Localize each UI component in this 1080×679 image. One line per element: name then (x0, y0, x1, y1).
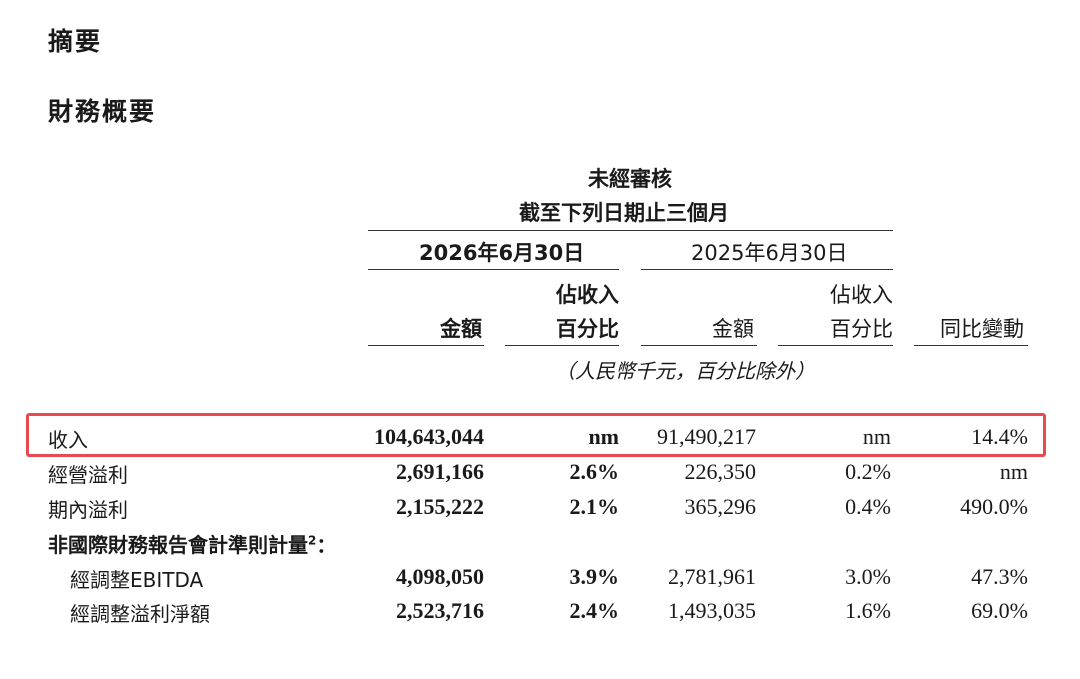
header-unaudited: 未經審核 (588, 167, 672, 191)
row-label-revenue: 收入 (48, 428, 88, 452)
row-label-adjusted-ebitda: 經調整EBITDA (70, 568, 204, 592)
rule-amount-prior (641, 345, 757, 346)
page-title: 摘要 (48, 27, 103, 56)
cell-pct-prior: nm (862, 424, 891, 449)
header-date-prior: 2025年6月30日 (691, 241, 848, 265)
cell-amount-prior: 91,490,217 (657, 424, 756, 449)
cell-pct-current: 2.4% (569, 598, 620, 623)
non-ifrs-heading: 非國際財務報告會計準則計量2： (48, 529, 336, 558)
header-pct-current-line2: 百分比 (556, 317, 619, 341)
cell-pct-current: 3.9% (569, 564, 620, 589)
header-period: 截至下列日期止三個月 (519, 201, 729, 225)
cell-pct-prior: 0.2% (845, 459, 891, 484)
header-date-current: 2026年6月30日 (419, 241, 585, 265)
header-pct-prior-line2: 百分比 (830, 317, 893, 341)
rule-pct-current (505, 345, 619, 346)
row-label-adjusted-net-profit: 經調整溢利淨額 (70, 602, 210, 626)
highlight-box (26, 413, 1046, 457)
cell-amount-prior: 226,350 (684, 459, 757, 484)
rule-amount-current (368, 345, 484, 346)
unit-note: （人民幣千元，百分比除外） (555, 359, 815, 383)
cell-amount-prior: 1,493,035 (668, 598, 756, 623)
section-title: 財務概要 (48, 97, 157, 126)
cell-pct-current: 2.6% (569, 459, 620, 484)
cell-amount-current: 2,155,222 (396, 494, 484, 519)
cell-amount-prior: 2,781,961 (668, 564, 756, 589)
non-ifrs-label: 非國際財務報告會計準則計量 (48, 533, 308, 557)
row-label-operating-profit: 經營溢利 (48, 463, 128, 487)
cell-pct-prior: 3.0% (845, 564, 891, 589)
header-rule (368, 230, 893, 231)
cell-pct-prior: 1.6% (845, 598, 891, 623)
cell-yoy: nm (999, 459, 1028, 484)
header-amount-prior: 金額 (712, 317, 754, 341)
cell-pct-prior: 0.4% (845, 494, 891, 519)
header-yoy: 同比變動 (940, 317, 1024, 341)
cell-pct-current: 2.1% (569, 494, 620, 519)
cell-amount-current: 104,643,044 (374, 424, 484, 449)
cell-pct-current: nm (588, 424, 619, 449)
cell-amount-current: 2,691,166 (396, 459, 484, 484)
rule-yoy (914, 345, 1028, 346)
rule-pct-prior (778, 345, 893, 346)
cell-yoy: 490.0% (960, 494, 1028, 519)
cell-yoy: 69.0% (971, 598, 1028, 623)
header-pct-current-line1: 佔收入 (556, 283, 619, 307)
cell-amount-prior: 365,296 (684, 494, 757, 519)
cell-amount-current: 2,523,716 (396, 598, 484, 623)
cell-yoy: 14.4% (971, 424, 1028, 449)
date-prior-rule (641, 269, 893, 270)
row-label-period-profit: 期內溢利 (48, 498, 128, 522)
date-current-rule (368, 269, 619, 270)
header-amount-current: 金額 (440, 317, 482, 341)
non-ifrs-colon: ： (316, 533, 337, 557)
header-pct-prior-line1: 佔收入 (830, 283, 893, 307)
cell-yoy: 47.3% (971, 564, 1028, 589)
cell-amount-current: 4,098,050 (396, 564, 484, 589)
